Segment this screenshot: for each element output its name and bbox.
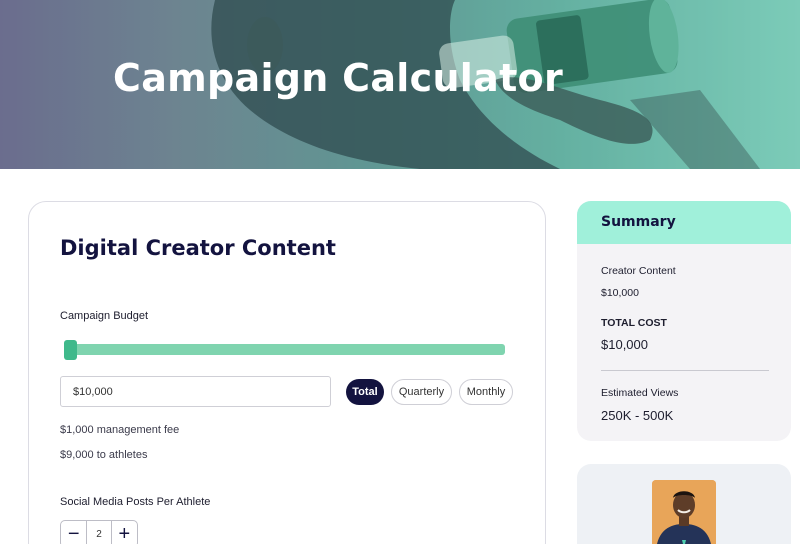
page-title: Campaign Calculator — [113, 56, 563, 100]
posts-per-athlete-label: Social Media Posts Per Athlete — [60, 496, 211, 508]
summary-divider — [601, 370, 769, 371]
creator-content-value: $10,000 — [601, 287, 639, 299]
management-fee-text: $1,000 management fee — [60, 424, 180, 436]
budget-slider-track[interactable] — [66, 344, 505, 355]
estimated-views-label: Estimated Views — [601, 387, 679, 399]
creator-content-label: Creator Content — [601, 265, 676, 277]
estimated-views-value: 250K - 500K — [601, 408, 674, 423]
athletes-amount-text: $9,000 to athletes — [60, 449, 148, 461]
frequency-quarterly-button[interactable]: Quarterly — [391, 379, 452, 405]
budget-slider-handle[interactable] — [64, 340, 77, 360]
calculator-title: Digital Creator Content — [60, 236, 336, 260]
frequency-total-button[interactable]: Total — [346, 379, 384, 405]
increment-button[interactable]: + — [112, 521, 137, 544]
budget-label: Campaign Budget — [60, 310, 149, 322]
budget-input[interactable] — [60, 376, 331, 407]
posts-count-value[interactable]: 2 — [86, 521, 112, 544]
summary-panel: Summary Creator Content $10,000 TOTAL CO… — [577, 201, 791, 441]
hero-banner: Campaign Calculator — [0, 0, 800, 169]
frequency-monthly-button[interactable]: Monthly — [459, 379, 513, 405]
total-cost-value: $10,000 — [601, 337, 648, 352]
decrement-button[interactable]: − — [61, 521, 86, 544]
athlete-photo — [652, 480, 716, 544]
total-cost-label: TOTAL COST — [601, 317, 667, 329]
summary-title: Summary — [601, 214, 676, 230]
posts-stepper: − 2 + — [60, 520, 138, 544]
